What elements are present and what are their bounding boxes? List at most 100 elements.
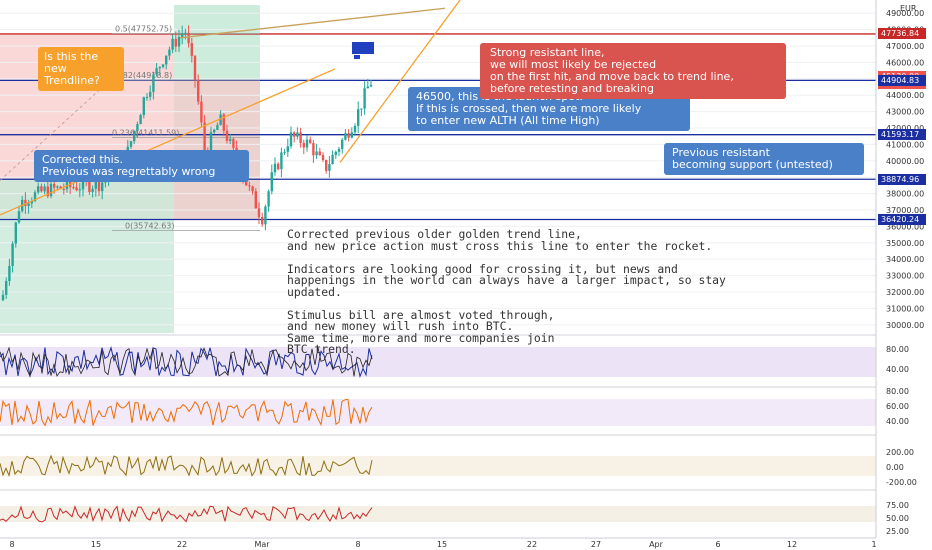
- candle-body: [305, 139, 309, 148]
- oscillator-tick: 60.00: [886, 402, 909, 411]
- candle-body: [101, 182, 104, 192]
- candle-body: [88, 181, 91, 192]
- candle-body: [17, 211, 21, 223]
- candle-body: [229, 138, 232, 141]
- candle-body: [261, 216, 264, 225]
- candle-body: [360, 108, 363, 110]
- candle-body: [149, 91, 152, 97]
- candle-body: [225, 130, 229, 141]
- candle-body: [5, 281, 8, 295]
- time-tick: 12: [787, 540, 797, 549]
- candle-body: [357, 109, 360, 126]
- candle-body: [155, 68, 158, 75]
- price-tick: 43000.00: [886, 108, 924, 117]
- candle-body: [369, 84, 373, 87]
- oscillator-tick: 80.00: [886, 387, 909, 396]
- candle-body: [165, 55, 168, 65]
- fib-label: 0.5(47752.75): [115, 25, 172, 34]
- candle-body: [43, 186, 46, 192]
- candle-body: [363, 88, 366, 109]
- fib-label: 0.236(41411.59): [112, 129, 179, 138]
- candle-body: [328, 164, 331, 171]
- oscillator-tick: 80.00: [886, 345, 909, 354]
- candle-body: [37, 186, 40, 193]
- candle-body: [187, 32, 190, 44]
- time-tick: 8: [9, 540, 14, 549]
- time-tick: 8: [355, 540, 360, 549]
- candle-body: [91, 188, 94, 192]
- oscillator-tick: 75.00: [886, 501, 909, 510]
- candle-body: [197, 79, 200, 102]
- candle-body: [280, 152, 283, 170]
- price-tick: 44000.00: [886, 91, 924, 100]
- candle-body: [254, 191, 257, 209]
- time-tick: Mar: [254, 540, 270, 549]
- candle-body: [97, 180, 101, 192]
- candle-body: [75, 187, 78, 191]
- candle-body: [315, 151, 318, 156]
- candle-body: [184, 32, 187, 34]
- price-tick: 30000.00: [886, 321, 924, 330]
- price-tick: 35000.00: [886, 239, 924, 248]
- candle-body: [133, 130, 136, 142]
- candle-body: [152, 74, 155, 92]
- annotation-support[interactable]: Previous resistant becoming support (unt…: [664, 143, 864, 175]
- price-tick: 46000.00: [886, 58, 924, 67]
- candle-body: [216, 125, 219, 130]
- candle-body: [353, 125, 357, 133]
- candle-body: [145, 96, 149, 98]
- candle-body: [177, 36, 181, 47]
- candle-body: [168, 49, 171, 56]
- time-tick: 22: [177, 540, 187, 549]
- candle-body: [331, 154, 334, 165]
- candle-body: [309, 139, 312, 144]
- price-tick: 34000.00: [886, 255, 924, 264]
- candle-body: [293, 132, 296, 137]
- annotation-corrected[interactable]: Corrected this. Previous was regrettably…: [34, 150, 249, 182]
- candle-body: [27, 203, 30, 206]
- oscillator-tick: 200.00: [886, 448, 914, 457]
- candle-body: [181, 33, 184, 37]
- flag-icon: [352, 42, 374, 54]
- candle-body: [193, 55, 197, 80]
- time-tick: 27: [591, 540, 601, 549]
- candle-body: [289, 132, 293, 147]
- candle-body: [129, 141, 133, 147]
- analysis-text: Corrected previous older golden trend li…: [287, 227, 726, 356]
- price-tick: 32000.00: [886, 288, 924, 297]
- candle-body: [251, 186, 254, 192]
- candle-body: [264, 206, 267, 225]
- candle-body: [40, 186, 43, 192]
- price-tick: 38000.00: [886, 190, 924, 199]
- candle-body: [190, 43, 193, 56]
- flag-marker[interactable]: [352, 42, 374, 59]
- candle-body: [302, 142, 305, 148]
- candle-body: [49, 183, 53, 197]
- oscillator-tick: 0.00: [886, 463, 904, 472]
- candle-body: [344, 133, 347, 140]
- candle-body: [286, 146, 289, 152]
- candle-body: [62, 189, 65, 191]
- candle-body: [72, 187, 75, 189]
- price-tick: 41000.00: [886, 140, 924, 149]
- oscillator-tick: 50.00: [886, 514, 909, 523]
- candle-body: [299, 132, 302, 143]
- oscillator-tick: 40.00: [886, 417, 909, 426]
- candle-body: [158, 66, 161, 69]
- oscillator-tick: -200.00: [886, 478, 917, 487]
- candle-body: [139, 114, 142, 125]
- annotation-trendline-question[interactable]: Is this the new Trendline?: [38, 47, 124, 91]
- price-tag: 44904.83: [878, 74, 926, 86]
- price-tag: 36420.24: [878, 214, 926, 225]
- candle-body: [56, 186, 59, 188]
- trend-line-steep: [339, 0, 461, 163]
- price-tick: 40000.00: [886, 157, 924, 166]
- oscillator-panels: 80.00 40.00 80.00 60.00 40.00 200.00 0.00 -200.…: [0, 334, 917, 536]
- candle-body: [267, 191, 270, 207]
- candle-body: [318, 151, 321, 156]
- price-tag: 41593.17: [878, 129, 926, 141]
- candle-body: [1, 294, 5, 301]
- time-tick: Apr: [649, 540, 664, 549]
- annotation-resistant[interactable]: Strong resistant line, we will most like…: [480, 43, 786, 99]
- time-tick: 6: [715, 540, 720, 549]
